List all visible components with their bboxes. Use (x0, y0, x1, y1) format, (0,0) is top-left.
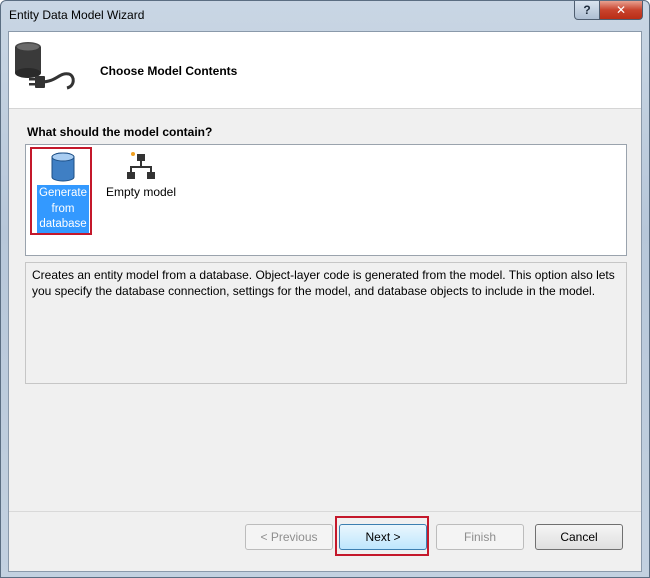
hierarchy-icon (127, 152, 155, 179)
close-button[interactable]: ✕ (600, 1, 643, 20)
option-label: Empty model (105, 185, 177, 199)
finish-button[interactable]: Finish (436, 524, 524, 550)
title-bar[interactable]: Entity Data Model Wizard ? ✕ (1, 1, 649, 31)
page-title: Choose Model Contents (100, 64, 238, 78)
option-empty-model[interactable]: Empty model (100, 147, 182, 199)
wizard-header: Choose Model Contents (9, 32, 641, 109)
question-label: What should the model contain? (27, 125, 213, 139)
wizard-body: Choose Model Contents What should the mo… (8, 31, 642, 572)
footer-divider (9, 511, 641, 512)
highlight-box (30, 147, 92, 235)
caption-buttons: ? ✕ (574, 1, 643, 21)
next-highlight-box (335, 516, 429, 556)
database-plug-icon (15, 42, 75, 90)
option-description: Creates an entity model from a database.… (25, 262, 627, 384)
help-button[interactable]: ? (574, 1, 600, 20)
cancel-button[interactable]: Cancel (535, 524, 623, 550)
window-title: Entity Data Model Wizard (9, 8, 145, 22)
model-content-list[interactable]: Generate from database Empty model (25, 144, 627, 256)
option-generate-from-database[interactable]: Generate from database (30, 147, 94, 235)
wizard-window: Entity Data Model Wizard ? ✕ Choose Mode… (0, 0, 650, 578)
previous-button[interactable]: < Previous (245, 524, 333, 550)
